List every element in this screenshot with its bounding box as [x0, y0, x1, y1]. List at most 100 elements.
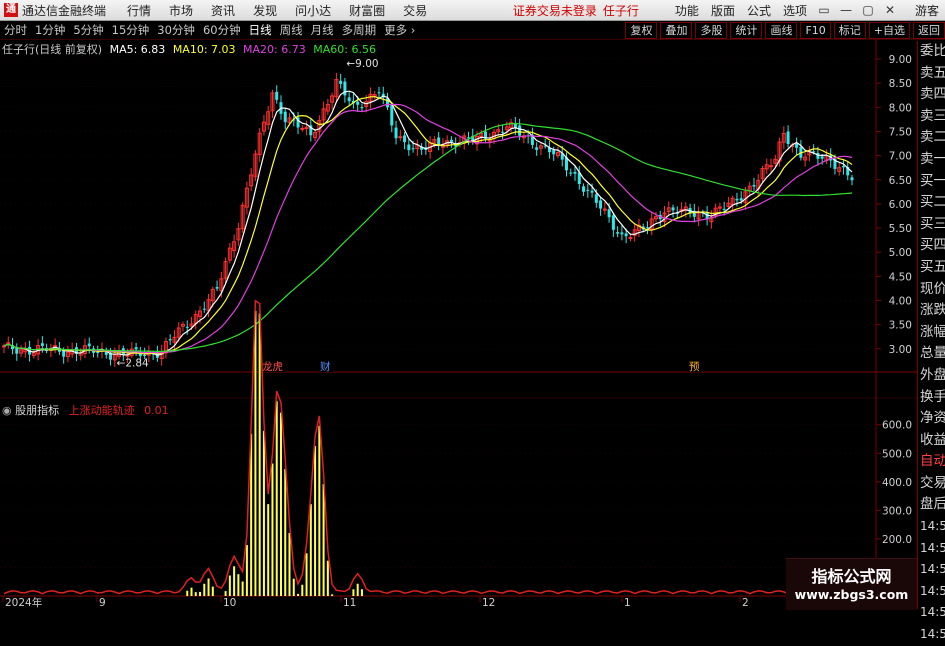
sidebar-item[interactable]: 卖五: [918, 63, 945, 85]
candle-body: [283, 111, 287, 123]
candle-body: [586, 189, 590, 191]
sidebar-item[interactable]: 卖二: [918, 127, 945, 149]
event-marker: 龙虎: [262, 360, 283, 373]
candle-body: [620, 232, 624, 235]
candle-body: [671, 207, 675, 211]
event-marker: 预: [689, 361, 700, 373]
price-tick-label: 3.50: [889, 320, 912, 332]
sidebar-item[interactable]: 卖四: [918, 84, 945, 106]
sidebar-item[interactable]: 买四: [918, 235, 945, 257]
time-tick-label: 2: [742, 597, 749, 609]
indicator-line-label: 上涨动能轨迹: [68, 404, 135, 417]
price-tick-label: 8.50: [889, 78, 912, 90]
candle-body: [645, 227, 649, 229]
sidebar-item[interactable]: 收益: [918, 430, 945, 452]
candle-body: [624, 233, 628, 237]
sidebar-item[interactable]: 涨跌: [918, 300, 945, 322]
indicator-title: ◉ 股朋指标 上涨动能轨迹 0.01: [2, 402, 169, 418]
sidebar-item[interactable]: 买二: [918, 192, 945, 214]
candle-body: [739, 198, 743, 201]
sidebar-item[interactable]: 14:56: [918, 516, 945, 538]
candle-body: [569, 172, 573, 174]
candle-body: [398, 136, 403, 139]
candle-body: [437, 137, 441, 145]
ma10-line: [3, 96, 853, 355]
sidebar-item[interactable]: 换手: [918, 387, 945, 409]
candlestick-chart[interactable]: 9.00 8.50 8.00 7.50 7.00 6.50 6.00 5.50 5.00 4.50…: [0, 0, 917, 609]
sidebar-item[interactable]: 买五: [918, 257, 945, 279]
time-tick-label: 9: [99, 597, 106, 609]
guest-label[interactable]: 游客: [915, 2, 939, 19]
sidebar-item[interactable]: 现价: [918, 279, 945, 301]
sidebar-item[interactable]: 14:56: [918, 581, 945, 603]
candle-body: [40, 343, 44, 346]
sidebar-item[interactable]: 14:56: [918, 624, 945, 646]
sidebar-item[interactable]: 14:56: [918, 538, 945, 560]
sidebar-item[interactable]: 总量: [918, 343, 945, 365]
price-tick-label: 5.50: [889, 223, 912, 235]
sidebar-item[interactable]: 净资: [918, 408, 945, 430]
candle-body: [390, 105, 394, 126]
candle-body: [552, 149, 556, 155]
candle-body: [96, 351, 100, 353]
candle-body: [87, 343, 91, 347]
candle-body: [394, 127, 398, 139]
candle-body: [820, 156, 824, 159]
chart-title: 任子行(日线 前复权) MA5: 6.83 MA10: 7.03 MA20: 6…: [2, 41, 376, 57]
time-tick-label: 11: [343, 597, 356, 609]
candle-body: [722, 208, 726, 210]
indicator-tick-label: 300.0: [882, 505, 912, 517]
watermark-url: www.zbgs3.com: [794, 587, 909, 602]
candle-body: [573, 171, 577, 174]
watermark: 指标公式网 www.zbgs3.com: [786, 558, 917, 610]
back-button[interactable]: 返回: [913, 21, 945, 39]
price-tick-label: 8.00: [889, 102, 912, 114]
sidebar-item[interactable]: 14:56: [918, 559, 945, 581]
candle-body: [795, 143, 799, 148]
sidebar-item[interactable]: 交易: [918, 473, 945, 495]
candle-body: [339, 80, 343, 84]
sidebar-item[interactable]: 自动: [918, 451, 945, 473]
candle-body: [850, 177, 854, 181]
candle-body: [403, 135, 407, 143]
sidebar-item[interactable]: 盘后: [918, 494, 945, 516]
price-tick-label: 4.00: [889, 296, 912, 308]
sidebar-item[interactable]: 买三: [918, 214, 945, 236]
candle-body: [599, 200, 603, 209]
sidebar-item[interactable]: 买一: [918, 171, 945, 193]
price-tick-label: 4.50: [889, 271, 912, 283]
price-tick-label: 3.00: [889, 344, 912, 356]
indicator-name[interactable]: 股朋指标: [15, 404, 59, 417]
candle-body: [185, 326, 189, 328]
candle-body: [143, 354, 147, 356]
candle-body: [752, 185, 756, 187]
sidebar-item[interactable]: 委比: [918, 41, 945, 63]
time-tick-label: 12: [482, 597, 495, 609]
candle-body: [343, 81, 347, 96]
candle-body: [360, 107, 364, 109]
event-marker: 财: [320, 360, 331, 373]
candle-body: [377, 92, 381, 94]
candle-body: [535, 147, 539, 150]
price-tick-label: 7.50: [889, 126, 912, 138]
sidebar-item[interactable]: 涨幅: [918, 322, 945, 344]
time-tick-label: 2024年: [5, 596, 42, 609]
quote-sidebar: 委比 卖五 卖四 卖三 卖二 卖一 买一 买二 买三 买四 买五 现价 涨跌 涨幅 总量 外盘 换手 净资 收益 自动…: [917, 41, 945, 641]
candle-body: [134, 347, 138, 350]
candle-body: [168, 339, 172, 341]
price-tick-label: 6.00: [889, 199, 912, 211]
candle-body: [735, 198, 739, 201]
indicator-toggle-icon[interactable]: ◉: [2, 404, 15, 417]
sidebar-item[interactable]: 卖三: [918, 106, 945, 128]
sidebar-item[interactable]: 外盘: [918, 365, 945, 387]
sidebar-item[interactable]: 卖一: [918, 149, 945, 171]
candle-body: [407, 144, 411, 151]
candle-body: [300, 127, 305, 130]
candle-body: [15, 347, 19, 354]
ma60-label: MA60: 6.56: [313, 43, 376, 56]
candle-body: [449, 139, 453, 142]
sidebar-item[interactable]: 14:56: [918, 602, 945, 624]
candle-body: [215, 287, 219, 289]
indicator-tick-label: 200.0: [882, 534, 912, 546]
candle-body: [356, 101, 360, 105]
